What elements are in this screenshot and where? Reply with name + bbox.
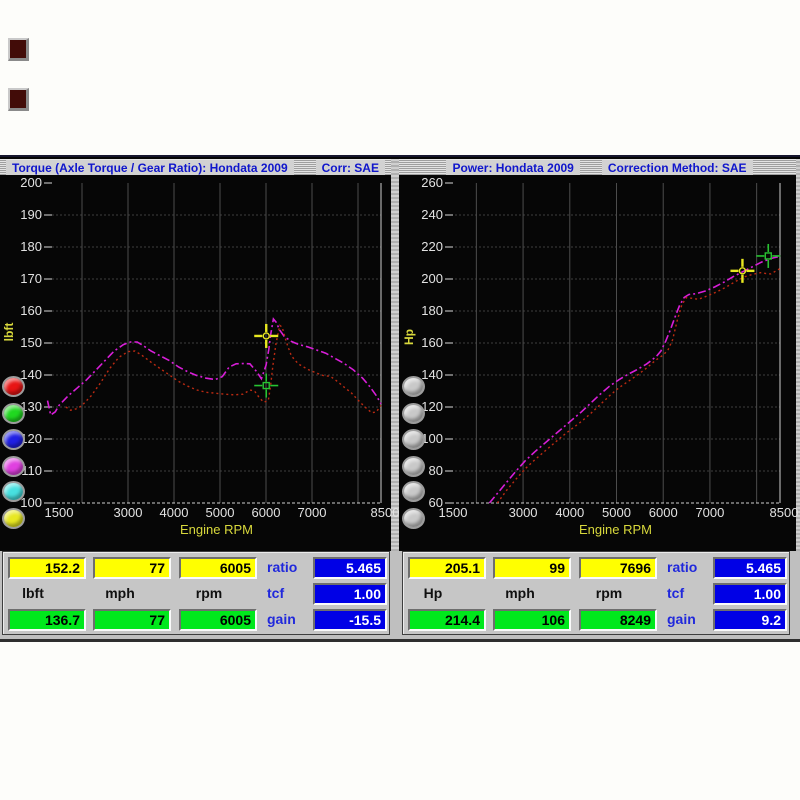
rpm-ref-value: 8249 — [579, 609, 657, 631]
gain-label: gain — [667, 611, 696, 627]
run-gray-button-1[interactable] — [402, 376, 425, 397]
y-tick-label: 140 — [421, 367, 443, 382]
y-tick-label: 100 — [20, 495, 42, 510]
page-thumbnail-marker-1[interactable] — [8, 38, 29, 61]
x-tick-label: 8500 — [770, 505, 799, 520]
x-tick-label: 6000 — [252, 505, 281, 520]
y-tick-label: 170 — [20, 271, 42, 286]
rpm-ref-value: 6005 — [179, 609, 257, 631]
x-tick-label: 6000 — [649, 505, 678, 520]
y-tick-label: 160 — [421, 335, 443, 350]
unit-label-mph: mph — [505, 585, 535, 601]
torque-y-axis-label: lbft — [2, 322, 16, 342]
run-gray-button-3[interactable] — [402, 429, 425, 450]
run-color-button-red[interactable] — [2, 376, 25, 397]
power-y-axis-label: Hp — [402, 329, 416, 345]
page-thumbnail-marker-2[interactable] — [8, 88, 29, 111]
unit-label-lbft: lbft — [22, 585, 44, 601]
x-tick-label: 4000 — [555, 505, 584, 520]
power-reference-run-curve — [496, 267, 781, 504]
page-background: Torque (Axle Torque / Gear Ratio): Honda… — [0, 0, 800, 800]
tcf-value: 1.00 — [313, 583, 387, 605]
y-tick-label: 190 — [20, 207, 42, 222]
x-tick-label: 5000 — [602, 505, 631, 520]
y-tick-label: 150 — [20, 335, 42, 350]
y-tick-label: 140 — [20, 367, 42, 382]
power-x-axis-label: Engine RPM — [579, 522, 652, 537]
power-cursor-value: 205.1 — [408, 557, 486, 579]
x-tick-label: 7000 — [695, 505, 724, 520]
power-current-run-curve — [488, 255, 781, 504]
torque-reference-run-curve — [65, 324, 382, 414]
x-tick-label: 3000 — [114, 505, 143, 520]
x-tick-label: 5000 — [206, 505, 235, 520]
y-tick-label: 180 — [20, 239, 42, 254]
ratio-label: ratio — [267, 559, 298, 575]
run-color-button-cyan[interactable] — [2, 481, 25, 502]
run-gray-button-5[interactable] — [402, 481, 425, 502]
x-tick-label: 4000 — [160, 505, 189, 520]
power-chart-plot[interactable]: 60801001201401601802002202402601500 3000 4… — [399, 173, 799, 549]
tcf-label: tcf — [667, 585, 685, 601]
speed-cursor-value: 77 — [93, 557, 171, 579]
run-gray-button-4[interactable] — [402, 456, 425, 477]
gain-label: gain — [267, 611, 296, 627]
torque-current-run-curve — [46, 317, 382, 417]
x-tick-label: 1500 — [439, 505, 468, 520]
power-readout-panel: 205.1 99 7696 Hp mph rpm 214.4 106 8249 … — [402, 551, 790, 635]
run-color-button-blue[interactable] — [2, 429, 25, 450]
rpm-cursor-value: 6005 — [179, 557, 257, 579]
x-tick-label: 1500 — [45, 505, 74, 520]
y-tick-label: 80 — [429, 463, 443, 478]
run-gray-button-2[interactable] — [402, 403, 425, 424]
y-tick-label: 240 — [421, 207, 443, 222]
speed-ref-value: 106 — [493, 609, 571, 631]
torque-x-axis-label: Engine RPM — [180, 522, 253, 537]
x-tick-label: 7000 — [298, 505, 327, 520]
torque-ref-value: 136.7 — [8, 609, 86, 631]
x-tick-label: 8500 — [371, 505, 400, 520]
run-color-button-magenta[interactable] — [2, 456, 25, 477]
ratio-label: ratio — [667, 559, 698, 575]
y-tick-label: 200 — [421, 271, 443, 286]
speed-cursor-value: 99 — [493, 557, 571, 579]
ratio-value: 5.465 — [313, 557, 387, 579]
x-tick-label: 3000 — [509, 505, 538, 520]
run-gray-button-6[interactable] — [402, 508, 425, 529]
ratio-value: 5.465 — [713, 557, 787, 579]
tcf-label: tcf — [267, 585, 285, 601]
tcf-value: 1.00 — [713, 583, 787, 605]
unit-label-mph: mph — [105, 585, 135, 601]
run-color-button-yellow[interactable] — [2, 508, 25, 529]
torque-chart-plot[interactable]: 1001101201301401501601701801902001500 300… — [0, 173, 399, 549]
y-tick-label: 260 — [421, 175, 443, 190]
gain-value: 9.2 — [713, 609, 787, 631]
y-tick-label: 200 — [20, 175, 42, 190]
rpm-cursor-value: 7696 — [579, 557, 657, 579]
torque-readout-panel: 152.2 77 6005 lbft mph rpm 136.7 77 6005… — [2, 551, 390, 635]
power-ref-value: 214.4 — [408, 609, 486, 631]
run-color-button-green[interactable] — [2, 403, 25, 424]
unit-label-hp: Hp — [423, 585, 443, 601]
gain-value: -15.5 — [313, 609, 387, 631]
torque-cursor-value: 152.2 — [8, 557, 86, 579]
y-tick-label: 220 — [421, 239, 443, 254]
unit-label-rpm: rpm — [595, 585, 623, 601]
speed-ref-value: 77 — [93, 609, 171, 631]
unit-label-rpm: rpm — [195, 585, 223, 601]
y-tick-label: 180 — [421, 303, 443, 318]
y-tick-label: 160 — [20, 303, 42, 318]
